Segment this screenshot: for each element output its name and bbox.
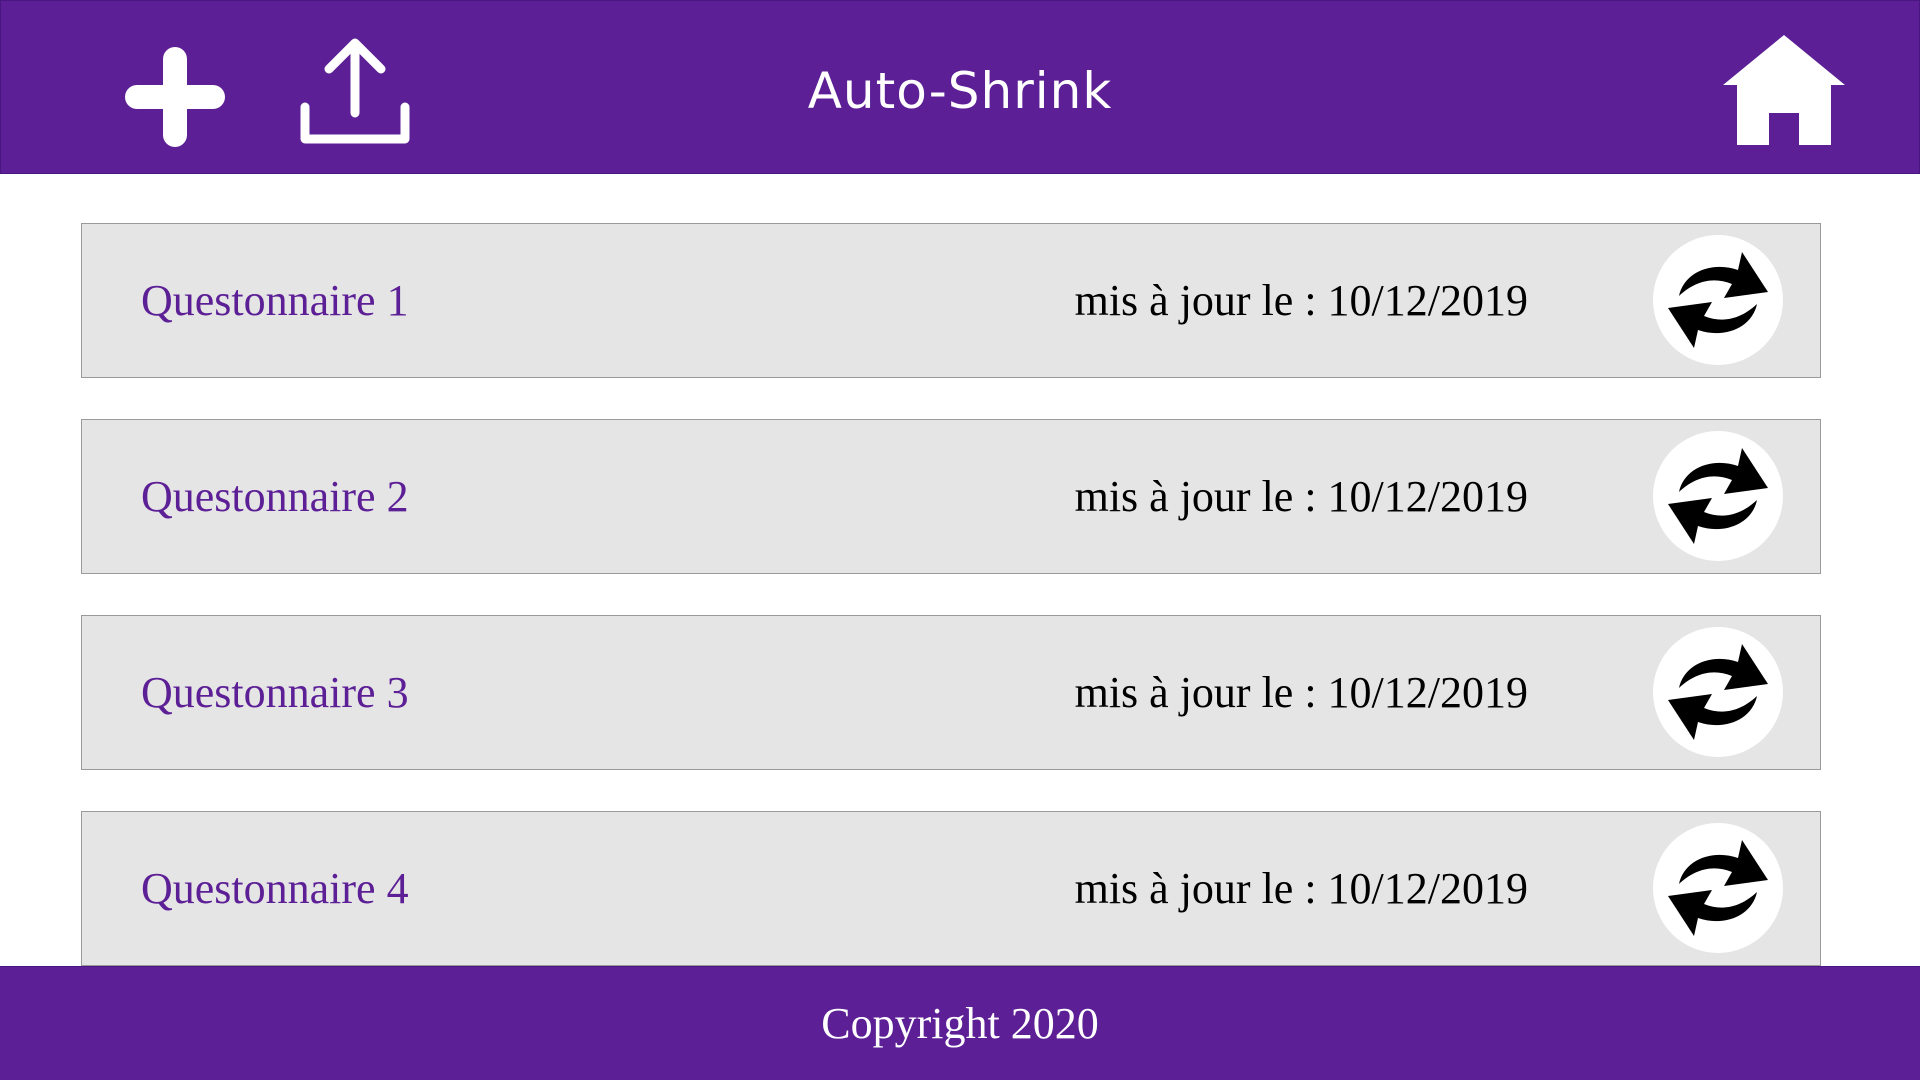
- home-icon: [1723, 35, 1845, 145]
- app-title: Auto-Shrink: [807, 62, 1113, 120]
- updated-date: mis à jour le : 10/12/2019: [1074, 864, 1528, 913]
- list-item[interactable]: Questonnaire 3 mis à jour le : 10/12/201…: [81, 615, 1821, 770]
- refresh-button[interactable]: [1652, 626, 1784, 758]
- footer-bar: Copyright 2020: [0, 966, 1920, 1080]
- refresh-button[interactable]: [1652, 430, 1784, 562]
- copyright-text: Copyright 2020: [821, 999, 1099, 1048]
- list-item[interactable]: Questonnaire 4 mis à jour le : 10/12/201…: [81, 811, 1821, 966]
- questionnaire-title[interactable]: Questonnaire 1: [141, 274, 409, 328]
- list-item[interactable]: Questonnaire 1 mis à jour le : 10/12/201…: [81, 223, 1821, 378]
- questionnaire-title[interactable]: Questonnaire 3: [141, 666, 409, 720]
- app-window: Auto-Shrink Questonnaire 1 mis à jour le…: [0, 0, 1920, 1080]
- updated-date: mis à jour le : 10/12/2019: [1074, 668, 1528, 717]
- refresh-icon: [1653, 627, 1783, 757]
- updated-date: mis à jour le : 10/12/2019: [1074, 472, 1528, 521]
- refresh-button[interactable]: [1652, 234, 1784, 366]
- list-item[interactable]: Questonnaire 2 mis à jour le : 10/12/201…: [81, 419, 1821, 574]
- questionnaire-title[interactable]: Questonnaire 4: [141, 862, 409, 916]
- refresh-icon: [1653, 823, 1783, 953]
- home-button[interactable]: [1721, 33, 1847, 147]
- refresh-button[interactable]: [1652, 822, 1784, 954]
- header-bar: Auto-Shrink: [0, 0, 1920, 174]
- refresh-icon: [1653, 235, 1783, 365]
- updated-date: mis à jour le : 10/12/2019: [1074, 276, 1528, 325]
- questionnaire-list: Questonnaire 1 mis à jour le : 10/12/201…: [81, 223, 1821, 1007]
- refresh-icon: [1653, 431, 1783, 561]
- questionnaire-title[interactable]: Questonnaire 2: [141, 470, 409, 524]
